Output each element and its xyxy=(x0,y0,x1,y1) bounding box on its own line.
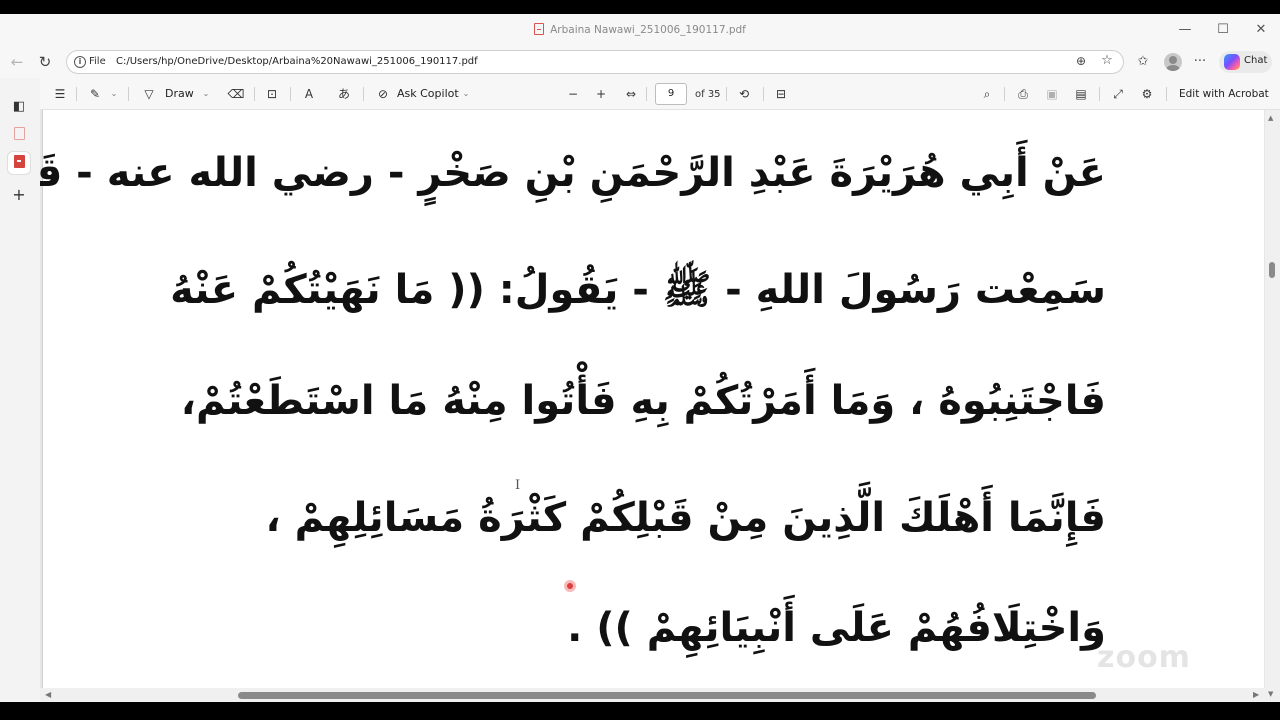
page-view-icon[interactable]: ⊟ xyxy=(772,84,790,104)
print-icon[interactable]: ⎙ xyxy=(1014,84,1032,104)
new-tab-button[interactable]: + xyxy=(8,184,30,206)
more-menu-icon[interactable]: ··· xyxy=(1190,52,1210,72)
draw-dropdown-icon[interactable]: ⌄ xyxy=(200,84,212,104)
draw-icon[interactable]: ▽ xyxy=(140,84,158,104)
tab-pdf-inactive[interactable] xyxy=(8,124,30,146)
toolbar-divider xyxy=(1166,87,1167,101)
minimize-button[interactable]: — xyxy=(1175,21,1195,39)
ask-copilot-dropdown-icon[interactable]: ⌄ xyxy=(460,84,472,104)
scroll-up-arrow-icon[interactable]: ▲ xyxy=(1268,114,1273,122)
vertical-scroll-thumb[interactable] xyxy=(1269,262,1275,278)
refresh-button[interactable]: ↻ xyxy=(35,52,55,72)
address-bar[interactable]: i File C:/Users/hp/OneDrive/Desktop/Arba… xyxy=(66,50,1124,74)
table-of-contents-icon[interactable]: ☰ xyxy=(50,84,70,104)
scroll-left-arrow-icon[interactable]: ◀ xyxy=(45,690,51,699)
translate-icon[interactable]: あ xyxy=(335,84,353,104)
vertical-scrollbar[interactable]: ▲ ▼ xyxy=(1265,110,1280,702)
fit-to-width-icon[interactable]: ⇔ xyxy=(621,84,641,104)
toolbar-divider xyxy=(128,87,129,101)
address-bar-row: ← ↻ i File C:/Users/hp/OneDrive/Desktop/… xyxy=(0,46,1280,78)
scroll-down-arrow-icon[interactable]: ▼ xyxy=(1268,690,1273,698)
scroll-right-arrow-icon[interactable]: ▶ xyxy=(1253,690,1259,699)
highlight-dropdown-icon[interactable]: ⌄ xyxy=(108,84,120,104)
back-button[interactable]: ← xyxy=(7,52,27,72)
add-favorite-icon[interactable]: ☆ xyxy=(1099,53,1115,69)
zoom-watermark: zoom xyxy=(1097,640,1191,675)
page-total-label: of 35 xyxy=(695,89,721,100)
add-text-icon[interactable]: ⊡ xyxy=(263,84,281,104)
scheme-label: File xyxy=(89,56,106,67)
highlight-icon[interactable]: ✎ xyxy=(86,84,104,104)
toolbar-divider xyxy=(763,87,764,101)
pdf-page: عَنْ أَبِي هُرَيْرَةَ عَبْدِ الرَّحْمَنِ… xyxy=(40,110,1264,702)
favorites-icon[interactable]: ✩ xyxy=(1133,52,1153,72)
chat-label: Chat xyxy=(1244,55,1268,66)
maximize-button[interactable]: ☐ xyxy=(1213,21,1233,39)
toolbar-divider xyxy=(254,87,255,101)
window-title: Arbaina Nawawi_251006_190117.pdf xyxy=(0,23,1280,36)
pdf-tab-icon xyxy=(13,155,25,168)
hadith-line-5: وَاخْتِلَافُهُمْ عَلَى أَنْبِيَائِهِمْ )… xyxy=(567,605,1106,651)
save-icon[interactable]: ▣ xyxy=(1043,84,1061,104)
zoom-indicator-icon[interactable]: ⊕ xyxy=(1073,54,1089,70)
ask-copilot-icon[interactable]: ⊘ xyxy=(374,84,392,104)
browser-window: Arbaina Nawawi_251006_190117.pdf — ☐ ✕ ←… xyxy=(0,14,1280,702)
hadith-line-2: سَمِعْت رَسُولَ اللهِ - ﷺ - يَقُولُ: (( … xyxy=(170,267,1106,313)
laser-pointer xyxy=(564,580,576,592)
settings-gear-icon[interactable]: ⚙ xyxy=(1138,84,1156,104)
url-text[interactable]: C:/Users/hp/OneDrive/Desktop/Arbaina%20N… xyxy=(116,56,478,67)
fullscreen-icon[interactable]: ⤢ xyxy=(1109,84,1127,104)
erase-icon[interactable]: ⌫ xyxy=(227,84,245,104)
tab-pdf-active[interactable] xyxy=(8,152,30,174)
copilot-logo-icon xyxy=(1224,54,1240,70)
pdf-tab-icon xyxy=(13,127,25,140)
zoom-in-button[interactable]: + xyxy=(592,84,610,104)
site-info-icon[interactable]: i xyxy=(74,56,86,68)
horizontal-scrollbar[interactable]: ◀ ▶ xyxy=(40,688,1265,702)
pdf-toolbar: ☰ ✎ ⌄ ▽ Draw ⌄ ⌫ ⊡ A あ ⊘ Ask Copilot ⌄ −… xyxy=(0,78,1280,110)
page-number-input[interactable]: 9 xyxy=(655,83,687,105)
save-as-icon[interactable]: ▤ xyxy=(1072,84,1090,104)
search-icon[interactable]: ⌕ xyxy=(978,84,996,104)
window-title-text: Arbaina Nawawi_251006_190117.pdf xyxy=(550,24,746,36)
text-cursor: I xyxy=(515,478,521,493)
ask-copilot-label[interactable]: Ask Copilot xyxy=(397,84,459,104)
pdf-viewport[interactable]: عَنْ أَبِي هُرَيْرَةَ عَبْدِ الرَّحْمَنِ… xyxy=(40,110,1280,702)
toolbar-divider xyxy=(363,87,364,101)
pdf-file-icon xyxy=(534,23,545,35)
sidebar-toggle-icon[interactable]: ◧ xyxy=(8,96,30,118)
copilot-chat-button[interactable]: Chat xyxy=(1219,51,1272,73)
read-aloud-icon[interactable]: A xyxy=(300,84,318,104)
title-bar: Arbaina Nawawi_251006_190117.pdf — ☐ ✕ xyxy=(0,14,1280,46)
profile-avatar[interactable] xyxy=(1164,53,1182,71)
toolbar-divider xyxy=(1099,87,1100,101)
toolbar-divider xyxy=(1004,87,1005,101)
hadith-line-4: فَإِنَّمَا أَهْلَكَ الَّذِينَ مِنْ قَبْل… xyxy=(265,495,1106,541)
hadith-line-3: فَاجْتَنِبُوهُ ، وَمَا أَمَرْتُكُمْ بِهِ… xyxy=(180,378,1106,424)
close-button[interactable]: ✕ xyxy=(1251,21,1271,39)
zoom-out-button[interactable]: − xyxy=(564,84,582,104)
toolbar-divider xyxy=(290,87,291,101)
rotate-icon[interactable]: ⟲ xyxy=(735,84,753,104)
toolbar-divider xyxy=(646,87,647,101)
edit-with-acrobat-button[interactable]: Edit with Acrobat xyxy=(1179,88,1269,100)
horizontal-scroll-thumb[interactable] xyxy=(238,692,1096,699)
draw-button-label[interactable]: Draw xyxy=(165,84,195,104)
vertical-tab-rail: ◧ + xyxy=(0,78,40,702)
toolbar-divider xyxy=(76,87,77,101)
toolbar-divider xyxy=(726,87,727,101)
hadith-line-1: عَنْ أَبِي هُرَيْرَةَ عَبْدِ الرَّحْمَنِ… xyxy=(40,150,1106,196)
